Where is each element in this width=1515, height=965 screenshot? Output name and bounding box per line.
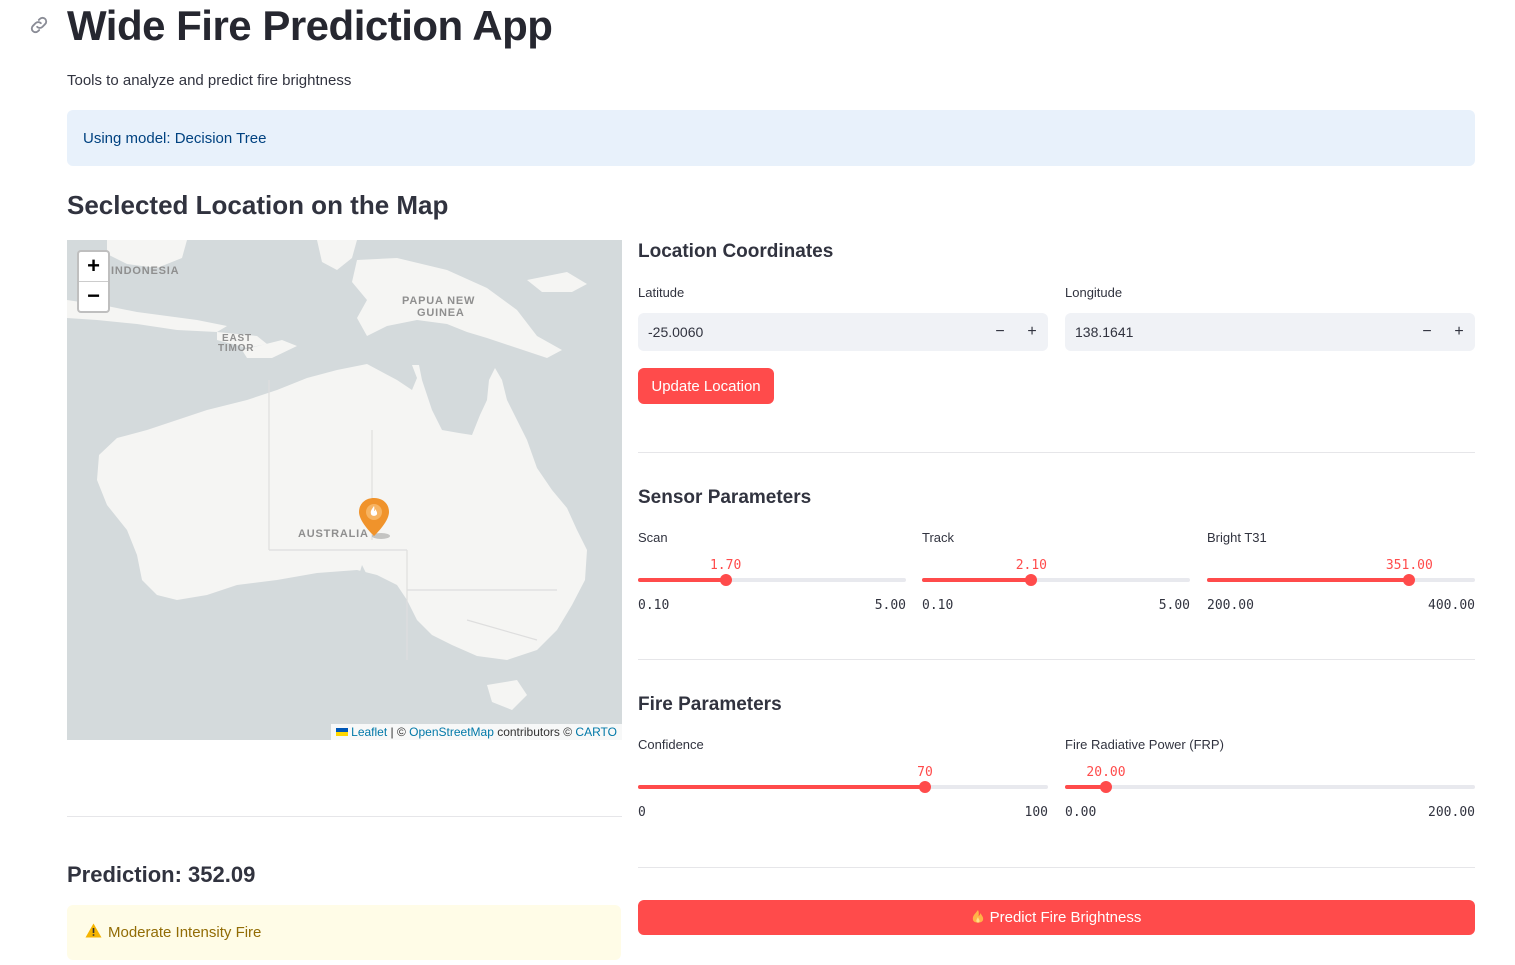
prediction-heading: Prediction: 352.09 — [67, 862, 256, 887]
slider-current-value: 70 — [917, 765, 933, 780]
sensor-heading: Sensor Parameters — [638, 487, 812, 508]
fire-icon — [972, 910, 984, 925]
latitude-value[interactable]: -25.0060 — [638, 324, 984, 340]
bright-t31-label: Bright T31 — [1207, 530, 1267, 545]
model-info-banner: Using model: Decision Tree — [67, 110, 1475, 166]
map-label-png-line2: GUINEA — [417, 307, 465, 319]
fire-heading: Fire Parameters — [638, 694, 782, 715]
map-label-timor-line2: TIMOR — [218, 343, 255, 354]
scan-label: Scan — [638, 530, 668, 545]
page-subtitle: Tools to analyze and predict fire bright… — [67, 72, 352, 89]
map-section-heading: Seclected Location on the Map — [67, 190, 449, 220]
bright-t31-slider[interactable]: 351.00 200.00 400.00 — [1207, 545, 1475, 613]
longitude-value[interactable]: 138.1641 — [1065, 324, 1411, 340]
map-label-indonesia: INDONESIA — [111, 265, 180, 277]
longitude-increment-button[interactable]: + — [1443, 313, 1475, 351]
page-title: Wide Fire Prediction App — [67, 2, 553, 49]
ukraine-flag-icon — [336, 728, 349, 736]
map-label-png-line1: PAPUA NEW — [402, 295, 476, 307]
predict-button-label: Predict Fire Brightness — [989, 909, 1142, 926]
update-location-button[interactable]: Update Location — [638, 368, 774, 404]
slider-max: 5.00 — [1158, 598, 1190, 613]
slider-thumb[interactable] — [1403, 574, 1416, 586]
carto-link[interactable]: CARTO — [575, 725, 617, 739]
slider-current-value: 1.70 — [709, 558, 742, 573]
track-slider[interactable]: 2.10 0.10 5.00 — [922, 545, 1190, 613]
slider-min: 0.10 — [638, 598, 670, 613]
zoom-out-button[interactable]: − — [79, 282, 108, 312]
zoom-control: + − — [77, 250, 110, 313]
slider-min: 0.10 — [922, 598, 954, 613]
slider-thumb[interactable] — [1025, 574, 1038, 586]
latitude-input[interactable]: -25.0060 − + — [638, 313, 1048, 351]
slider-thumb[interactable] — [919, 781, 931, 793]
latitude-decrement-button[interactable]: − — [984, 313, 1016, 351]
prediction-status-banner: Moderate Intensity Fire — [67, 905, 621, 960]
longitude-decrement-button[interactable]: − — [1411, 313, 1443, 351]
slider-current-value: 351.00 — [1385, 558, 1433, 573]
attribution-sep: | © — [387, 725, 410, 739]
slider-fill — [638, 578, 726, 582]
map-attribution: Leaflet | © OpenStreetMap contributors ©… — [331, 724, 622, 740]
attribution-contrib: contributors © — [493, 725, 576, 739]
osm-link[interactable]: OpenStreetMap — [409, 725, 494, 739]
slider-current-value: 2.10 — [1015, 558, 1047, 573]
slider-track[interactable] — [1065, 785, 1475, 789]
confidence-label: Confidence — [638, 737, 704, 752]
leaflet-link[interactable]: Leaflet — [351, 725, 387, 739]
frp-label: Fire Radiative Power (FRP) — [1065, 737, 1224, 752]
latitude-increment-button[interactable]: + — [1016, 313, 1048, 351]
divider — [638, 659, 1475, 660]
divider — [67, 816, 622, 817]
slider-max: 100 — [1024, 805, 1048, 820]
divider — [638, 867, 1475, 868]
confidence-slider[interactable]: 70 0 100 — [638, 752, 1048, 820]
zoom-in-button[interactable]: + — [79, 252, 108, 282]
prediction-status-text: Moderate Intensity Fire — [108, 924, 262, 941]
frp-slider[interactable]: 20.00 0.00 200.00 — [1065, 752, 1475, 820]
warning-icon — [85, 923, 102, 942]
slider-max: 5.00 — [874, 598, 906, 613]
slider-fill — [638, 785, 925, 789]
slider-max: 200.00 — [1428, 805, 1475, 820]
longitude-input[interactable]: 138.1641 − + — [1065, 313, 1475, 351]
map-view[interactable]: + − INDONESIA PAPUA NEW GUINEA EAST TIMO… — [67, 240, 622, 740]
scan-slider[interactable]: 1.70 0.10 5.00 — [638, 545, 906, 613]
slider-max: 400.00 — [1428, 598, 1475, 613]
model-info-text: Using model: Decision Tree — [83, 129, 267, 147]
location-heading: Location Coordinates — [638, 241, 834, 262]
slider-fill — [1207, 578, 1410, 582]
slider-min: 200.00 — [1207, 598, 1254, 613]
slider-thumb[interactable] — [719, 574, 732, 586]
longitude-label: Longitude — [1065, 285, 1123, 300]
latitude-label: Latitude — [638, 285, 685, 300]
slider-min: 0 — [638, 805, 646, 820]
divider — [638, 452, 1475, 453]
fire-pin-icon[interactable] — [359, 498, 393, 540]
predict-fire-brightness-button[interactable]: Predict Fire Brightness — [638, 900, 1475, 935]
map-tiles — [67, 240, 587, 710]
slider-min: 0.00 — [1065, 805, 1097, 820]
link-icon[interactable] — [28, 14, 50, 36]
track-label: Track — [922, 530, 955, 545]
slider-current-value: 20.00 — [1086, 765, 1126, 780]
slider-fill — [922, 578, 1032, 582]
slider-thumb[interactable] — [1100, 781, 1112, 793]
